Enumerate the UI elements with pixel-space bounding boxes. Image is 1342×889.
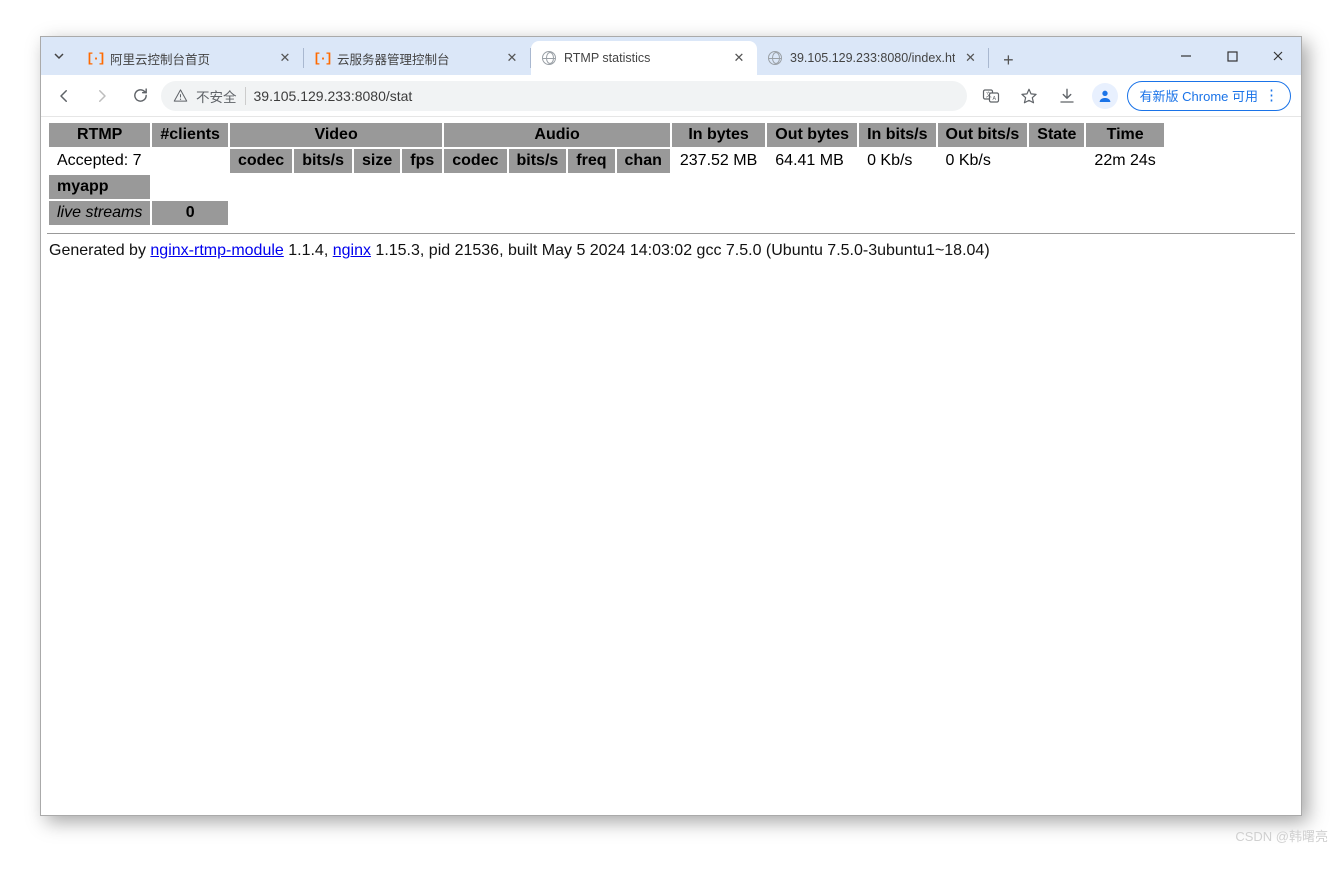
forward-button[interactable] (85, 79, 119, 113)
tab-rtmp-statistics[interactable]: RTMP statistics ✕ (531, 41, 757, 75)
tab-close-button[interactable]: ✕ (731, 50, 747, 66)
live-streams-label: live streams (49, 201, 150, 225)
col-out-bytes: Out bytes (767, 123, 857, 147)
not-secure-icon (173, 88, 188, 103)
favicon-globe-icon (541, 50, 557, 66)
watermark: CSDN @韩曙亮 (1235, 826, 1328, 845)
window-minimize-button[interactable] (1163, 37, 1209, 75)
address-bar-separator (245, 87, 246, 105)
profile-button[interactable] (1089, 80, 1121, 112)
col-video: Video (230, 123, 442, 147)
col-clients: #clients (152, 123, 228, 147)
col-out-bits: Out bits/s (938, 123, 1028, 147)
app-name-cell: myapp (49, 175, 150, 199)
in-bits-cell: 0 Kb/s (859, 149, 935, 173)
toolbar: 不安全 39.105.129.233:8080/stat 文A 有新版 Chro… (41, 75, 1301, 117)
tab-strip: [·] 阿里云控制台首页 ✕ [·] 云服务器管理控制台 ✕ RTMP stat… (41, 37, 1301, 75)
live-streams-count: 0 (152, 201, 228, 225)
translate-button[interactable]: 文A (975, 80, 1007, 112)
toolbar-right-icons: 文A 有新版 Chrome 可用 ⋮ (971, 80, 1295, 112)
in-bytes-cell: 237.52 MB (672, 149, 765, 173)
tab-index-page[interactable]: 39.105.129.233:8080/index.ht ✕ (757, 41, 988, 75)
sub-video-size: size (354, 149, 400, 173)
col-state: State (1029, 123, 1084, 147)
footer-rest: 1.15.3, pid 21536, built May 5 2024 14:0… (371, 242, 990, 259)
favicon-globe-icon (767, 50, 783, 66)
footer-prefix: Generated by (49, 242, 150, 259)
sub-audio-chan: chan (617, 149, 670, 173)
tab-close-button[interactable]: ✕ (962, 50, 978, 66)
downloads-button[interactable] (1051, 80, 1083, 112)
tab-title: 39.105.129.233:8080/index.ht (790, 51, 955, 65)
favicon-aliyun-icon: [·] (314, 50, 330, 66)
tab-title: 阿里云控制台首页 (110, 49, 270, 68)
tab-title: 云服务器管理控制台 (337, 49, 497, 68)
address-bar[interactable]: 不安全 39.105.129.233:8080/stat (161, 81, 967, 111)
col-audio: Audio (444, 123, 670, 147)
sub-video-codec: codec (230, 149, 292, 173)
window-maximize-button[interactable] (1209, 37, 1255, 75)
svg-text:A: A (992, 95, 996, 101)
tabs-dropdown-button[interactable] (41, 37, 77, 75)
sub-audio-freq: freq (568, 149, 614, 173)
browser-window: [·] 阿里云控制台首页 ✕ [·] 云服务器管理控制台 ✕ RTMP stat… (40, 36, 1302, 816)
page-content: RTMP #clients Video Audio In bytes Out b… (41, 117, 1301, 815)
nginx-rtmp-module-link[interactable]: nginx-rtmp-module (150, 242, 283, 259)
col-in-bytes: In bytes (672, 123, 765, 147)
tab-separator (988, 48, 989, 68)
tab-ecs-console[interactable]: [·] 云服务器管理控制台 ✕ (304, 41, 530, 75)
back-button[interactable] (47, 79, 81, 113)
update-chip-label: 有新版 Chrome 可用 (1140, 86, 1258, 105)
out-bits-cell: 0 Kb/s (938, 149, 1028, 173)
url-text: 39.105.129.233:8080/stat (254, 88, 413, 104)
tab-title: RTMP statistics (564, 51, 724, 65)
window-close-button[interactable] (1255, 37, 1301, 75)
out-bytes-cell: 64.41 MB (767, 149, 857, 173)
security-label: 不安全 (196, 86, 237, 106)
time-cell: 22m 24s (1086, 149, 1163, 173)
sub-video-bits: bits/s (294, 149, 352, 173)
accepted-cell: Accepted: 7 (49, 149, 150, 173)
tab-close-button[interactable]: ✕ (277, 50, 293, 66)
footer-text: Generated by nginx-rtmp-module 1.1.4, ng… (47, 242, 1295, 260)
svg-text:文: 文 (985, 90, 991, 98)
nginx-link[interactable]: nginx (333, 242, 371, 259)
new-tab-button[interactable]: + (993, 45, 1023, 75)
sub-video-fps: fps (402, 149, 442, 173)
sub-audio-bits: bits/s (509, 149, 567, 173)
tab-aliyun-home[interactable]: [·] 阿里云控制台首页 ✕ (77, 41, 303, 75)
rtmp-stats-table: RTMP #clients Video Audio In bytes Out b… (47, 121, 1166, 227)
bookmark-button[interactable] (1013, 80, 1045, 112)
col-rtmp: RTMP (49, 123, 150, 147)
tab-close-button[interactable]: ✕ (504, 50, 520, 66)
col-in-bits: In bits/s (859, 123, 935, 147)
footer-module-version: 1.1.4, (284, 242, 333, 259)
window-controls (1163, 37, 1301, 75)
col-time: Time (1086, 123, 1163, 147)
chrome-update-chip[interactable]: 有新版 Chrome 可用 ⋮ (1127, 81, 1291, 111)
favicon-aliyun-icon: [·] (87, 50, 103, 66)
profile-avatar-icon (1092, 83, 1118, 109)
footer-separator (47, 233, 1295, 234)
sub-audio-codec: codec (444, 149, 506, 173)
reload-button[interactable] (123, 79, 157, 113)
